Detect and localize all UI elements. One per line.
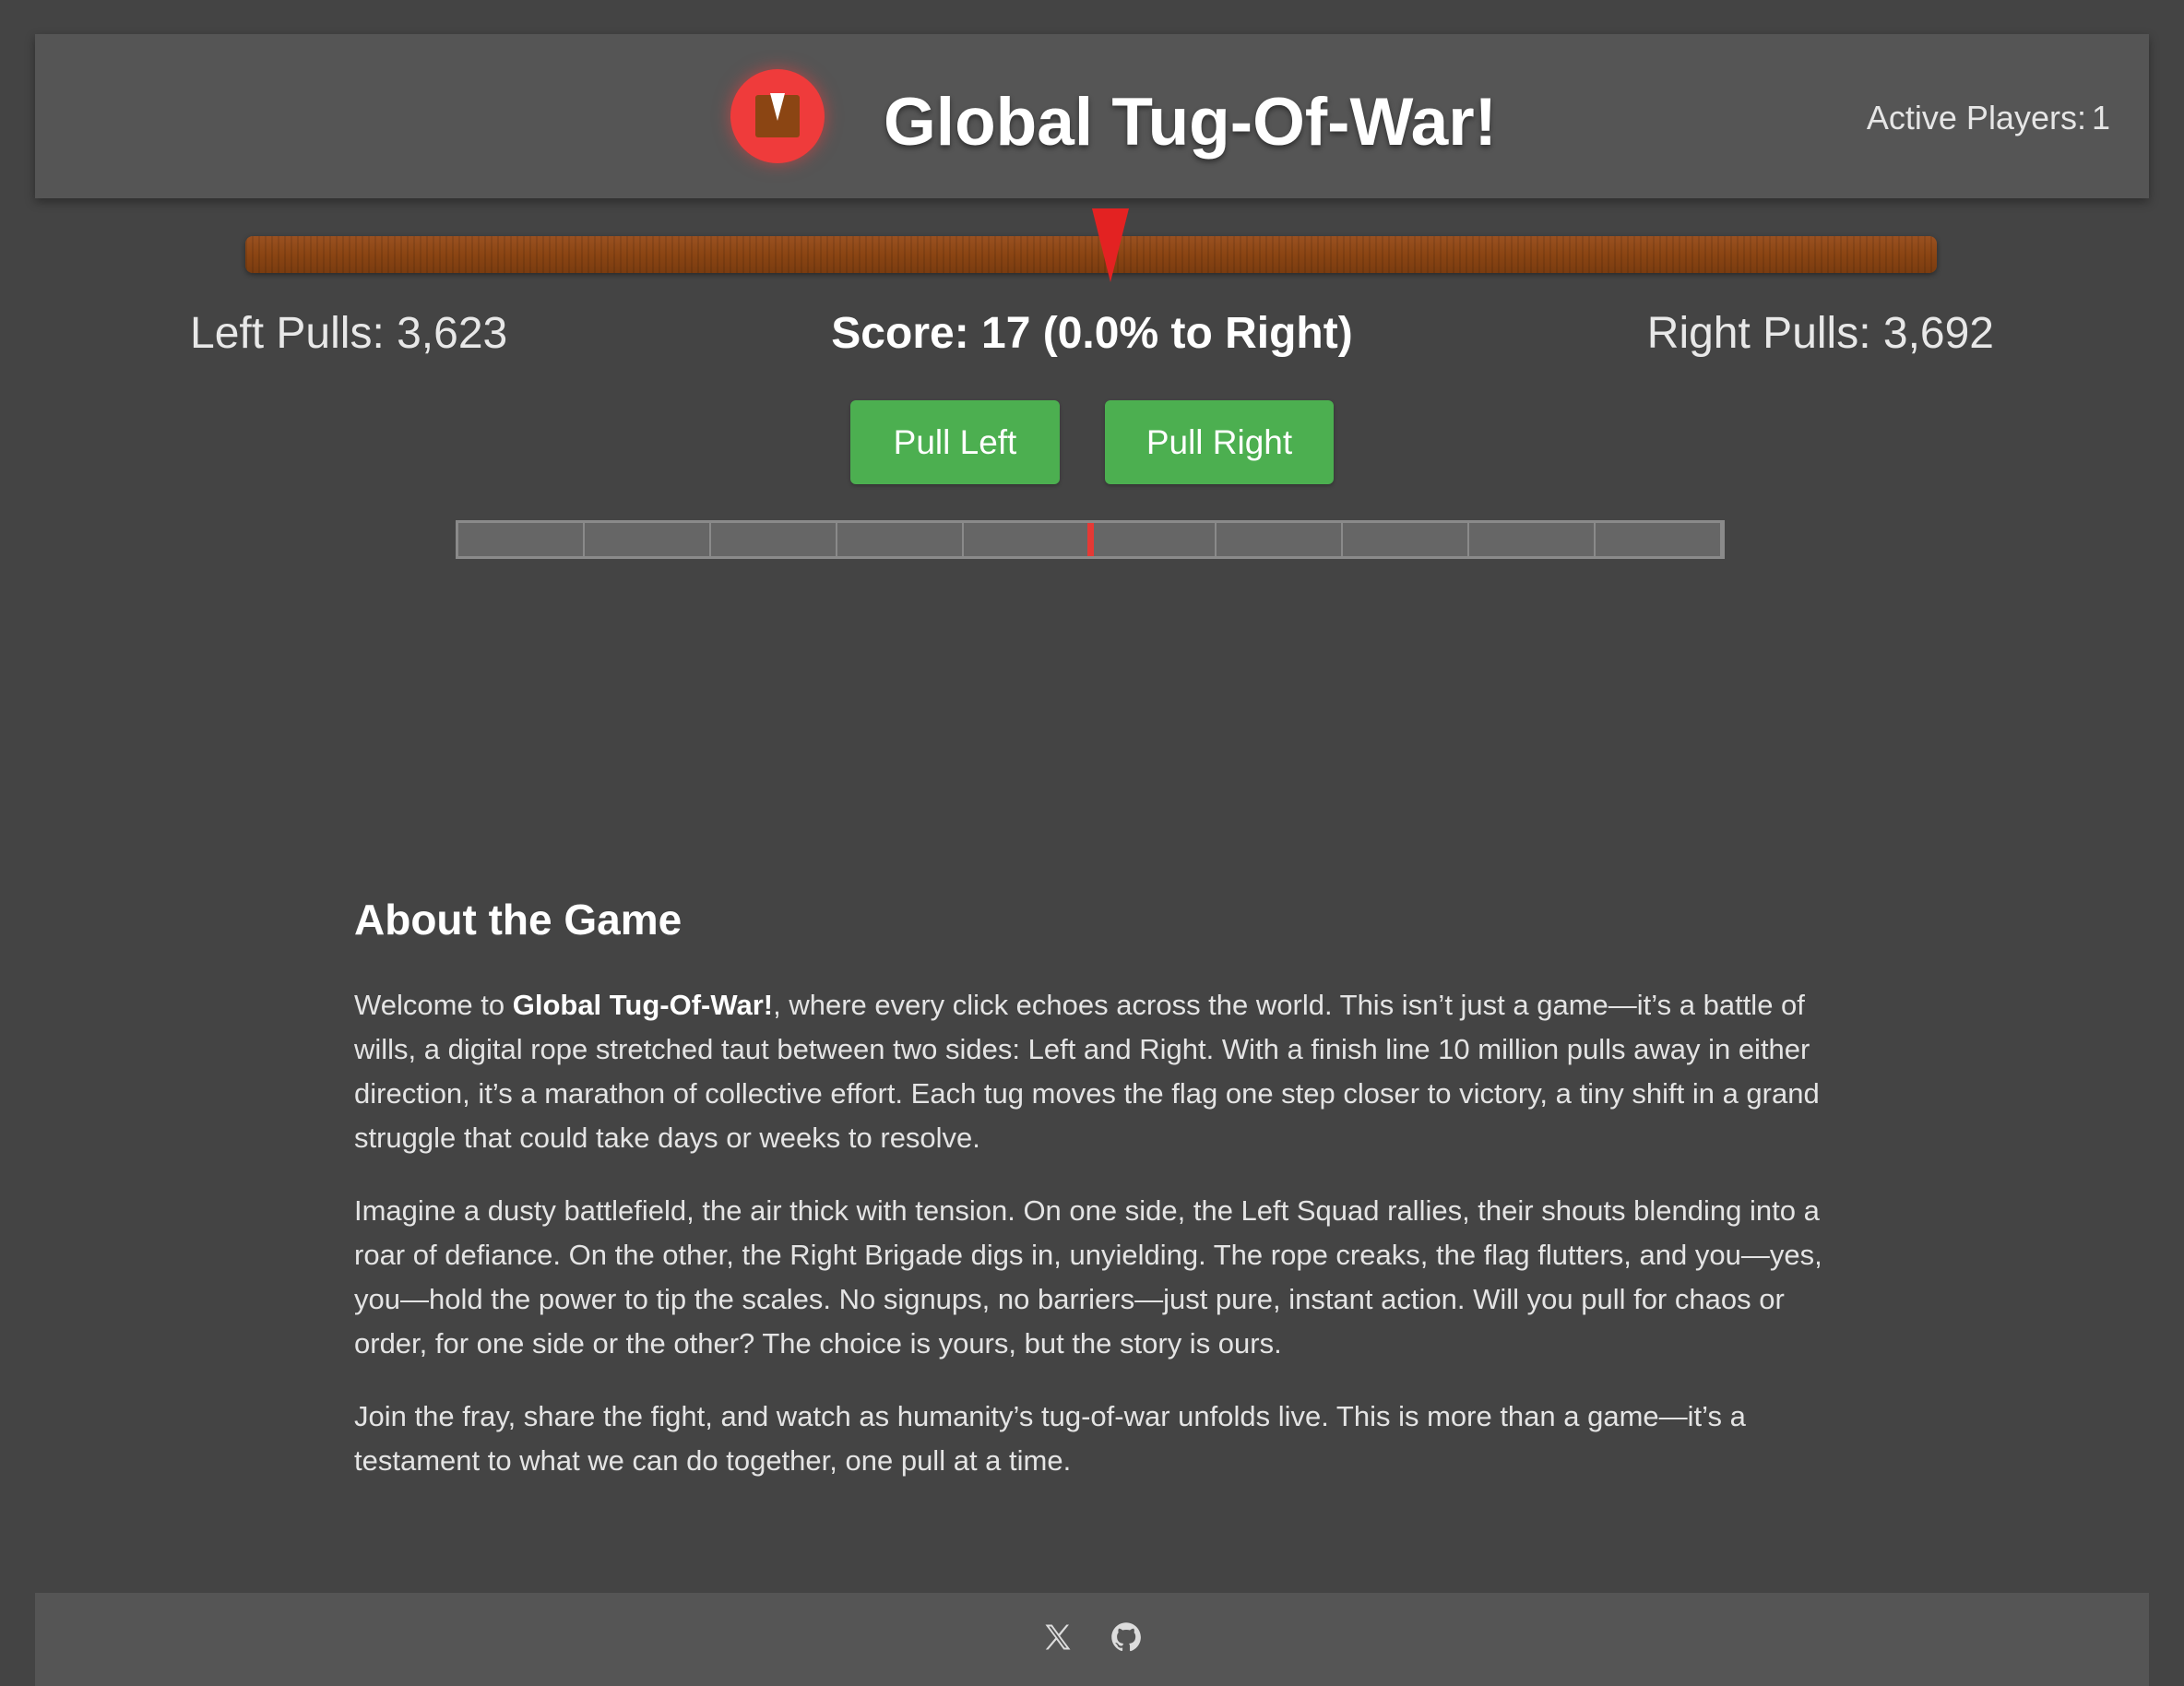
header: Global Tug-Of-War! Active Players: 1 — [35, 34, 2149, 198]
progress-segment — [964, 523, 1090, 556]
progress-segment — [1469, 523, 1596, 556]
progress-segment — [1217, 523, 1343, 556]
page-title: Global Tug-Of-War! — [884, 85, 1497, 160]
about-section: About the Game Welcome to Global Tug-Of-… — [354, 895, 1830, 1512]
footer — [35, 1593, 2149, 1686]
pull-right-button[interactable]: Pull Right — [1105, 400, 1334, 484]
about-heading: About the Game — [354, 896, 682, 944]
x-twitter-icon[interactable] — [1041, 1621, 1074, 1654]
logo-pin — [770, 93, 785, 121]
active-players: Active Players: 1 — [1867, 99, 2110, 137]
about-paragraph-2: Imagine a dusty battlefield, the air thi… — [354, 1194, 1822, 1359]
footer-icons — [35, 1621, 2149, 1654]
about-paragraph-3: Join the fray, share the fight, and watc… — [354, 1400, 1746, 1477]
active-players-label: Active Players: — [1866, 99, 2086, 137]
about-p1-bold: Global Tug-Of-War! — [512, 989, 774, 1021]
progress-segment — [1596, 523, 1722, 556]
pull-left-button[interactable]: Pull Left — [850, 400, 1060, 484]
about-p1-pre: Welcome to — [354, 989, 513, 1021]
progress-segment — [1343, 523, 1469, 556]
github-icon[interactable] — [1110, 1621, 1143, 1654]
progress-segment — [1090, 523, 1217, 556]
progress-segment — [711, 523, 837, 556]
progress-segment — [585, 523, 711, 556]
active-players-count: 1 — [2091, 99, 2110, 137]
right-pulls-count: Right Pulls: 3,692 — [1646, 309, 1994, 358]
rope-flag-logo-icon — [730, 69, 825, 163]
logo-box — [755, 93, 800, 137]
progress-track — [456, 520, 1725, 559]
progress-segment — [837, 523, 964, 556]
progress-marker — [1087, 523, 1094, 556]
rope-marker — [1092, 208, 1129, 282]
about-paragraph-1: Welcome to Global Tug-Of-War!, where eve… — [354, 983, 1830, 1160]
progress-segment — [458, 523, 585, 556]
rope — [245, 236, 1937, 273]
